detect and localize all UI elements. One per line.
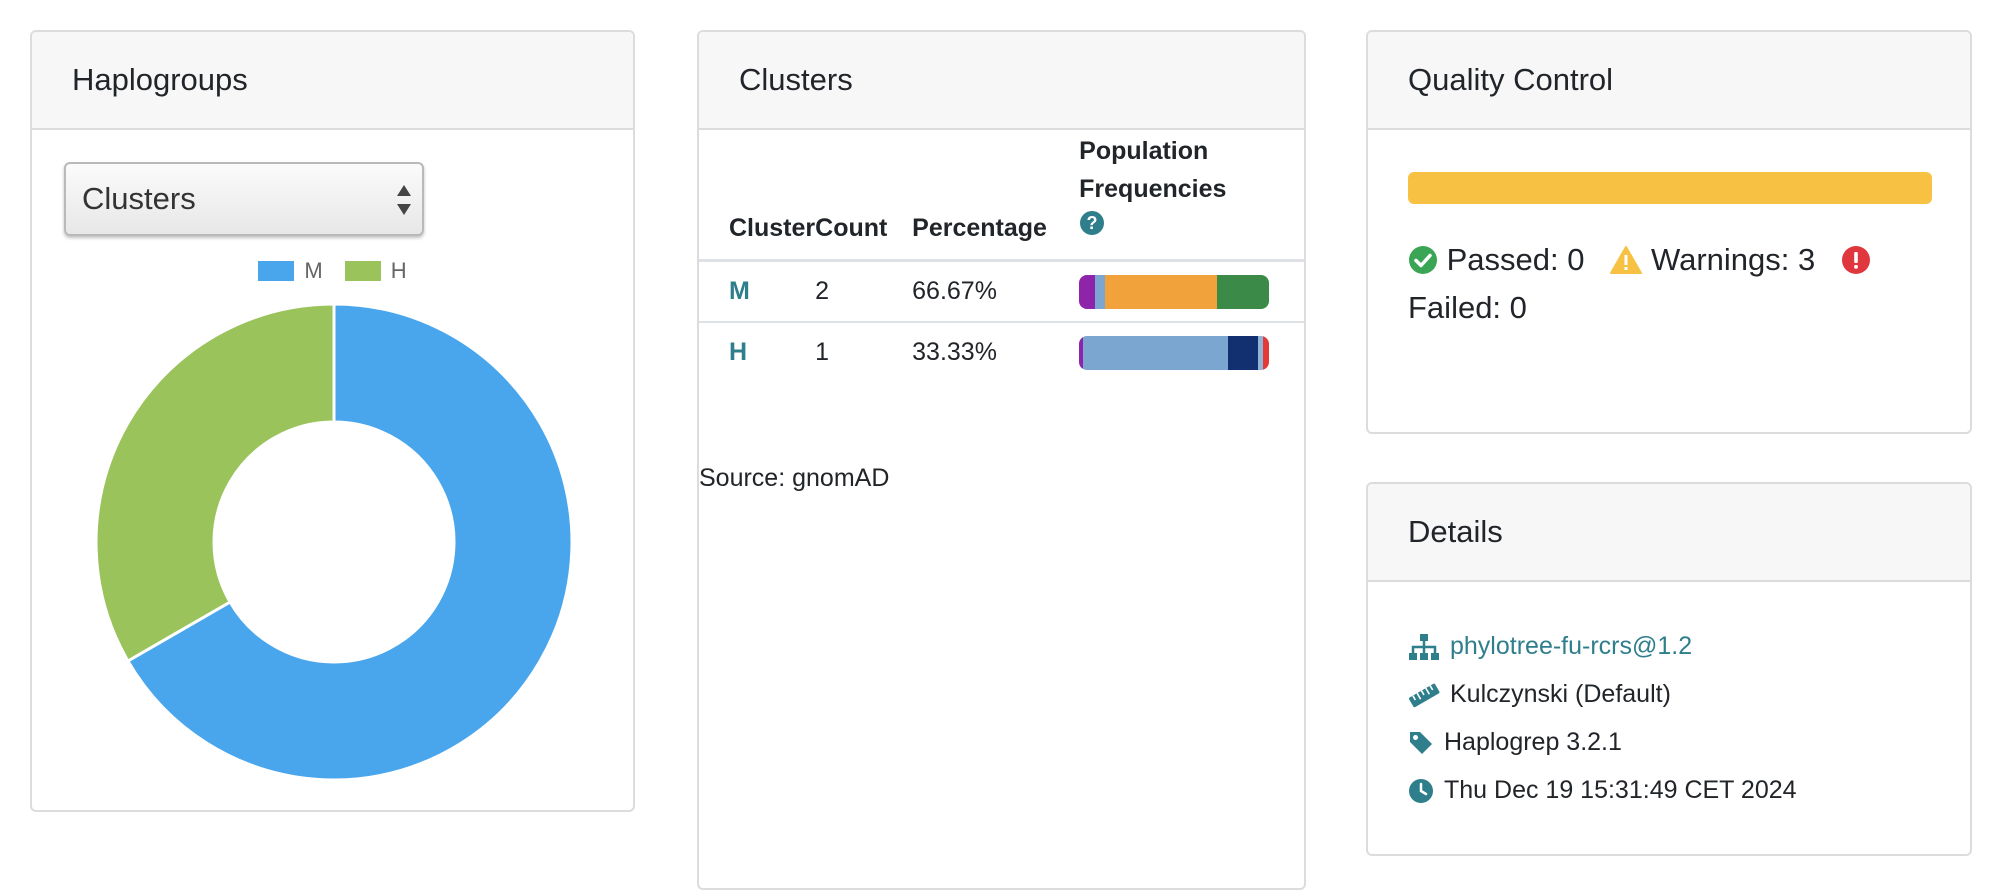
detail-timestamp: Thu Dec 19 15:31:49 CET 2024	[1408, 776, 1797, 805]
detail-tree: phylotree-fu-rcrs@1.2	[1408, 632, 1692, 661]
percentage-cell: 33.33%	[912, 321, 1080, 382]
detail-version: Haplogrep 3.2.1	[1408, 728, 1622, 757]
help-icon[interactable]: ?	[1079, 210, 1105, 236]
haplogroups-donut-chart	[94, 302, 574, 782]
freq-segment	[1217, 274, 1270, 309]
frequency-bar-m[interactable]	[1079, 274, 1270, 309]
chart-legend: M H	[32, 258, 633, 284]
freq-segment	[1263, 335, 1270, 370]
table-header-row: Cluster Count Percentage Population Freq…	[699, 132, 1304, 261]
qc-failed: Failed: 0	[1408, 290, 1527, 325]
tag-icon	[1410, 731, 1432, 754]
freq-segment	[1105, 274, 1218, 309]
clusters-panel: Clusters Cluster Count Percentage Popula…	[697, 30, 1306, 890]
frequency-bar-h[interactable]	[1079, 335, 1270, 370]
clock-icon	[1409, 778, 1433, 803]
sitemap-icon	[1409, 633, 1439, 660]
error-circle-icon	[1842, 246, 1871, 274]
legend-swatch-h	[344, 261, 381, 281]
version-text: Haplogrep 3.2.1	[1444, 728, 1622, 756]
detail-metric: Kulczynski (Default)	[1408, 680, 1671, 709]
ruler-icon	[1409, 683, 1440, 707]
frequency-cell	[1079, 321, 1304, 382]
clusters-table: Cluster Count Percentage Population Freq…	[699, 132, 1304, 382]
legend-item-h[interactable]: H	[344, 258, 407, 284]
select-arrows-icon	[397, 185, 411, 215]
cluster-cell[interactable]: M	[699, 259, 816, 322]
qc-summary: Passed: 0 Warnings: 3 Failed: 0	[1408, 236, 1948, 332]
col-header-frequencies-line1: Population	[1079, 137, 1209, 165]
qc-progress-bar	[1408, 172, 1932, 204]
col-header-count: Count	[815, 214, 888, 242]
chart-mode-select[interactable]: Clusters	[64, 162, 424, 236]
quality-control-panel: Quality Control Passed: 0 Warnings: 3 Fa…	[1366, 30, 1972, 434]
details-title: Details	[1368, 484, 1970, 582]
percentage-cell: 66.67%	[912, 259, 1080, 322]
metric-text: Kulczynski (Default)	[1450, 680, 1671, 708]
table-row: H 1 33.33%	[699, 321, 1304, 382]
legend-label-h: H	[390, 258, 407, 283]
freq-segment	[1083, 335, 1229, 370]
legend-swatch-m	[258, 261, 295, 281]
cluster-link-h[interactable]: H	[729, 338, 747, 366]
tree-link[interactable]: phylotree-fu-rcrs@1.2	[1450, 632, 1692, 661]
qc-warnings: Warnings: 3	[1650, 242, 1816, 277]
freq-segment	[1228, 335, 1259, 370]
details-panel: Details phylotree-fu-rcrs@1.2 Kulczynski…	[1366, 482, 1972, 856]
col-header-percentage: Percentage	[912, 214, 1047, 242]
freq-segment	[1095, 274, 1106, 309]
svg-text:?: ?	[1087, 213, 1098, 233]
timestamp-text: Thu Dec 19 15:31:49 CET 2024	[1444, 776, 1797, 804]
col-header-frequencies-line2: Frequencies	[1079, 175, 1227, 203]
count-cell: 2	[815, 259, 913, 322]
frequency-cell	[1079, 259, 1304, 322]
warning-triangle-icon	[1610, 246, 1643, 274]
chart-mode-select-value: Clusters	[82, 181, 196, 216]
col-header-cluster: Cluster	[729, 214, 816, 242]
haplogroups-panel: Haplogroups Clusters M H	[30, 30, 635, 812]
source-note: Source: gnomAD	[699, 464, 890, 492]
legend-item-m[interactable]: M	[258, 258, 323, 284]
col-header-frequencies: Population Frequencies ?	[1079, 132, 1304, 261]
table-row: M 2 66.67%	[699, 259, 1304, 322]
count-cell: 1	[815, 321, 913, 382]
legend-label-m: M	[304, 258, 323, 283]
donut-slice-h[interactable]	[94, 302, 336, 664]
freq-segment	[1079, 274, 1096, 309]
clusters-title: Clusters	[699, 32, 1304, 130]
cluster-cell[interactable]: H	[699, 321, 816, 382]
qc-title: Quality Control	[1368, 32, 1970, 130]
qc-passed: Passed: 0	[1446, 242, 1585, 277]
haplogroups-title: Haplogroups	[32, 32, 633, 130]
check-circle-icon	[1409, 246, 1437, 274]
cluster-link-m[interactable]: M	[729, 277, 750, 305]
